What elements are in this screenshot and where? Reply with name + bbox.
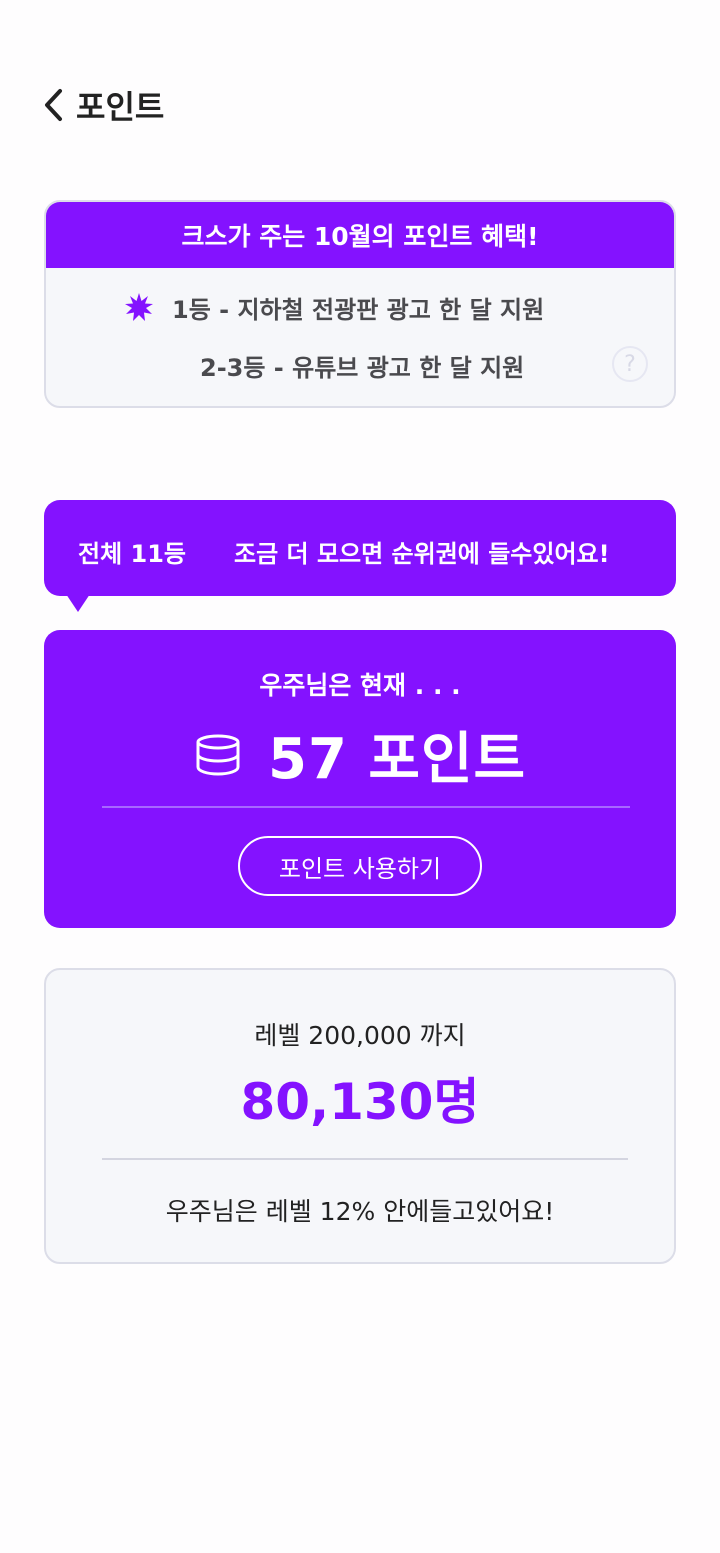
benefit-item-second: 2-3등 - 유튜브 광고 한 달 지원 (200, 354, 525, 382)
star-burst-icon (125, 293, 153, 321)
chevron-left-icon (45, 89, 62, 121)
page-title: 포인트 (76, 88, 165, 126)
page-header: 포인트 (36, 80, 164, 130)
question-icon: ? (624, 351, 636, 377)
points-card: 우주님은 현재 . . . 57 포인트 포인트 사용하기 (44, 630, 676, 928)
rank-message: 조금 더 모으면 순위권에 들수있어요! (234, 540, 610, 568)
points-amount: 57 포인트 (268, 727, 526, 792)
level-count: 80,130명 (240, 1073, 480, 1131)
speech-bubble-tail (66, 594, 90, 612)
current-points-label: 우주님은 현재 . . . (259, 671, 461, 700)
level-divider (102, 1158, 628, 1160)
points-row: 57 포인트 (44, 714, 676, 795)
benefit-title: 크스가 주는 10월의 포인트 혜택! (46, 202, 674, 268)
coin-stack-icon (196, 734, 240, 776)
benefit-card: 크스가 주는 10월의 포인트 혜택! 1등 - 지하철 전광판 광고 한 달 … (44, 200, 676, 408)
rank-label: 전체 11등 (78, 540, 186, 568)
help-button[interactable]: ? (612, 346, 648, 382)
benefit-item-first: 1등 - 지하철 전광판 광고 한 달 지원 (172, 296, 545, 324)
level-label: 레벨 200,000 까지 (254, 1021, 466, 1050)
level-card: 레벨 200,000 까지 80,130명 우주님은 레벨 12% 안에들고있어… (44, 968, 676, 1264)
use-points-button[interactable]: 포인트 사용하기 (238, 836, 482, 896)
level-message: 우주님은 레벨 12% 안에들고있어요! (165, 1197, 555, 1226)
rank-banner: 전체 11등 조금 더 모으면 순위권에 들수있어요! (44, 500, 676, 596)
points-divider (102, 806, 630, 808)
back-button[interactable] (36, 80, 70, 130)
